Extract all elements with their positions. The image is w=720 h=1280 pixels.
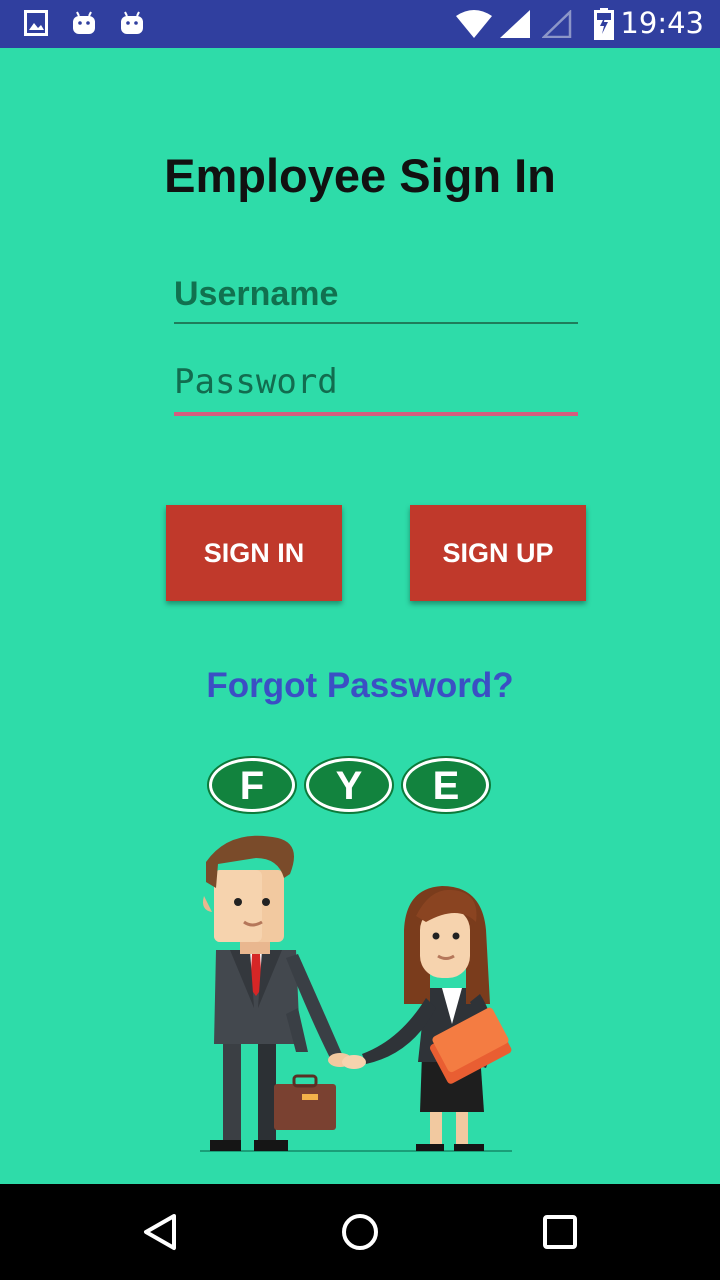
password-underline [174, 412, 578, 416]
password-placeholder: Password [174, 362, 338, 402]
sign-up-button[interactable]: SIGN UP [410, 505, 586, 601]
logo-letter-e-text: E [433, 764, 460, 808]
page-title: Employee Sign In [164, 149, 556, 202]
battery-charging-icon [594, 8, 614, 45]
android-notification-icon [72, 10, 96, 41]
recents-icon[interactable] [542, 1212, 578, 1257]
logo-letter-y-text: Y [336, 764, 363, 808]
android-notification-icon [120, 10, 144, 41]
home-icon[interactable] [340, 1212, 380, 1257]
cell-signal-icon [500, 10, 530, 43]
image-notification-icon [24, 10, 48, 41]
businessman-figure [203, 835, 352, 1151]
back-icon[interactable] [140, 1212, 180, 1257]
logo-letter-f: F [207, 756, 297, 814]
username-underline [174, 322, 578, 324]
navigation-bar [0, 1184, 720, 1280]
logo-letter-e: E [401, 756, 491, 814]
sign-up-label: SIGN UP [442, 537, 554, 568]
fye-logo: F Y E [206, 754, 496, 821]
wifi-icon [456, 10, 492, 43]
sign-in-button[interactable]: SIGN IN [166, 505, 342, 601]
handshake-illustration [190, 818, 530, 1163]
sign-in-label: SIGN IN [203, 537, 305, 568]
forgot-password-link[interactable]: Forgot Password? [0, 666, 720, 706]
status-bar: 19:43 [0, 0, 720, 48]
logo-letter-f-text: F [240, 764, 264, 808]
logo-letter-y: Y [304, 756, 394, 814]
username-field[interactable]: Username [174, 274, 578, 324]
username-placeholder: Username [174, 275, 339, 313]
login-screen: Employee Sign In Username Password SIGN … [0, 48, 720, 1184]
businesswoman-figure [342, 886, 512, 1151]
password-field[interactable]: Password [174, 362, 578, 416]
status-time: 19:43 [620, 6, 704, 40]
cell-signal-empty-icon [540, 9, 572, 43]
